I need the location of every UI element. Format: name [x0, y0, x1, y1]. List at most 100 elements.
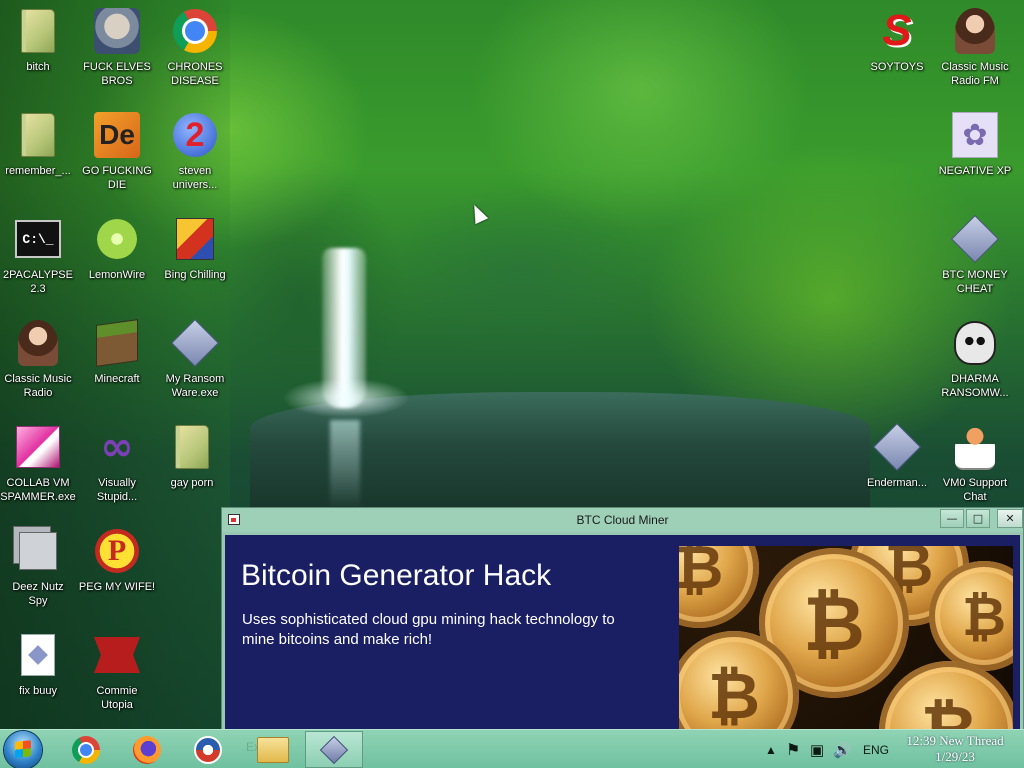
program-diamond-icon — [950, 214, 1000, 264]
minimize-button[interactable]: — — [940, 509, 964, 528]
desktop-icon-bitch[interactable]: bitch — [0, 2, 78, 102]
taskbar-firefox-button[interactable] — [125, 731, 169, 768]
desktop-icon-2pacalypse[interactable]: C:\_ 2PACALYPSE 2.3 — [0, 210, 78, 310]
page-title: Bitcoin Generator Hack — [241, 559, 552, 592]
desktop-icon-bing-chilling[interactable]: Bing Chilling — [155, 210, 235, 310]
desktop-icon-commie-utopia[interactable]: Commie Utopia — [77, 626, 157, 726]
desktop-icon-label: Enderman... — [867, 477, 927, 489]
red-s-logo-icon: S — [882, 6, 912, 55]
lime-icon — [94, 216, 140, 262]
btc-miner-app-icon — [319, 735, 349, 764]
software-box-icon — [172, 216, 218, 262]
folder-icon — [15, 8, 61, 54]
show-hidden-icons-button[interactable]: ▲ — [765, 730, 777, 768]
taskbar-btc-miner-button[interactable] — [305, 731, 363, 768]
action-center-flag-icon[interactable]: ⚑ — [786, 730, 800, 768]
volume-icon[interactable]: 🔊 — [833, 730, 852, 768]
desktop-icon-label: Deez Nutz Spy — [12, 581, 64, 607]
taskbar-obama-button[interactable] — [186, 731, 230, 768]
desktop-icon-label: Commie Utopia — [96, 685, 138, 711]
language-indicator[interactable]: ENG — [863, 730, 889, 768]
taskbar-chrome-button[interactable] — [64, 731, 108, 768]
bitcoin-coin: ₿ — [679, 546, 759, 628]
folder-icon — [169, 424, 215, 470]
desktop-icon-label: 2PACALYPSE 2.3 — [3, 269, 73, 295]
grass-block-icon — [94, 319, 140, 367]
desktop-icon-label: SOYTOYS — [870, 61, 924, 73]
window-content: Bitcoin Generator Hack Uses sophisticate… — [225, 535, 1020, 729]
taskbar-file-explorer-button[interactable] — [248, 731, 298, 768]
desktop-icon-label: PEG MY WIFE! — [78, 581, 156, 593]
desktop-icon-gay-porn[interactable]: gay porn — [152, 418, 232, 518]
taskbar-clock[interactable]: 12:39 New Thread 1/29/23 — [900, 733, 1010, 765]
desktop-icon-go-die[interactable]: De GO FUCKING DIE — [77, 106, 157, 206]
window-stack-icon — [15, 528, 61, 574]
visual-studio-icon: ∞ — [100, 424, 134, 470]
desktop-icon-label: fix buuy — [19, 685, 57, 697]
taskbar: Explod ▲ ⚑ ▣ 🔊 ENG 12:39 New Thread 1/29… — [0, 729, 1024, 768]
desktop-icon-label: Classic Music Radio — [4, 373, 72, 399]
file-explorer-icon — [257, 736, 289, 763]
clock-time: 12:39 New Thread — [906, 733, 1004, 748]
desktop-icon-classic-music-radio[interactable]: Classic Music Radio — [0, 314, 78, 414]
desktop-icon-btc-money-cheat[interactable]: BTC MONEY CHEAT — [935, 210, 1015, 310]
desktop-icon-label: FUCK ELVES BROS — [83, 61, 151, 87]
desktop-icon-label: VM0 Support Chat — [942, 477, 1008, 503]
firefox-icon — [133, 735, 161, 764]
window-title: BTC Cloud Miner — [576, 513, 669, 527]
clock-date: 1/29/23 — [935, 749, 975, 764]
desktop-icon-peg-my-wife[interactable]: P PEG MY WIFE! — [77, 522, 157, 622]
desktop-icon-label: Bing Chilling — [164, 269, 226, 281]
desktop-icon-fuck-elves-bros[interactable]: FUCK ELVES BROS — [77, 2, 157, 102]
desktop-icon-my-ransomware[interactable]: My Ransom Ware.exe — [155, 314, 235, 414]
program-diamond-icon — [170, 318, 220, 368]
program-diamond-icon — [872, 422, 922, 472]
desktop-icon-collab-vm-spammer[interactable]: COLLAB VM SPAMMER.exe — [0, 418, 78, 518]
desktop-icon-enderman[interactable]: Enderman... — [857, 418, 937, 518]
desktop-icon-minecraft[interactable]: Minecraft — [77, 314, 157, 414]
p-logo-icon: P — [94, 528, 140, 574]
desktop-icon-label: CHRONES DISEASE — [167, 61, 223, 87]
desktop-icon-lemonwire[interactable]: LemonWire — [77, 210, 157, 310]
btc-cloud-miner-window[interactable]: BTC Cloud Miner — □ ✕ Bitcoin Generator … — [221, 507, 1024, 732]
desktop-icon-dharma-ransomware[interactable]: DHARMA RANSOMW... — [935, 314, 1015, 414]
doctor-icon — [952, 424, 998, 470]
desktop-icon-label: DHARMA RANSOMW... — [941, 373, 1009, 399]
desktop-icon-label: My Ransom Ware.exe — [165, 373, 225, 399]
desktop-icon-label: Minecraft — [94, 373, 140, 385]
desktop-icon-chrones-disease[interactable]: CHRONES DISEASE — [155, 2, 235, 102]
de-logo-icon: De — [94, 112, 140, 158]
skull-icon — [952, 320, 998, 366]
desktop-icon-label: COLLAB VM SPAMMER.exe — [0, 477, 76, 503]
desktop-icon-classic-music-radio-fm[interactable]: Classic Music Radio FM — [935, 2, 1015, 102]
maximize-button[interactable]: □ — [966, 509, 990, 528]
desktop-icon-remember[interactable]: remember_... — [0, 106, 78, 206]
desktop-icon-label: LemonWire — [88, 269, 146, 281]
obama-logo-icon — [194, 735, 222, 764]
bitcoin-coin: ₿ — [879, 661, 1013, 729]
number-two-icon: 2 — [172, 112, 218, 158]
desktop-icon-label: gay porn — [170, 477, 214, 489]
wallpaper-reflection — [330, 420, 360, 510]
desktop-icon-label: Visually Stupid... — [96, 477, 138, 503]
desktop-icon-steven-universe[interactable]: 2 steven univers... — [155, 106, 235, 206]
pink-app-icon — [15, 424, 61, 470]
command-prompt-icon: C:\_ — [15, 216, 61, 262]
close-button[interactable]: ✕ — [997, 509, 1023, 528]
red-banner-icon — [94, 632, 140, 678]
desktop-icon-deez-nutz-spy[interactable]: Deez Nutz Spy — [0, 522, 78, 622]
description-text: Uses sophisticated cloud gpu mining hack… — [242, 611, 615, 648]
desktop-icon-fix-buuy[interactable]: fix buuy — [0, 626, 78, 726]
desktop-icon-label: Classic Music Radio FM — [941, 61, 1009, 87]
desktop-icon-label: BTC MONEY CHEAT — [942, 269, 1008, 295]
network-icon[interactable]: ▣ — [810, 730, 824, 768]
portrait-icon — [952, 8, 998, 54]
windows-start-icon[interactable] — [4, 731, 42, 768]
document-icon — [15, 632, 61, 678]
desktop-icon-vm0-support-chat[interactable]: VM0 Support Chat — [935, 418, 1015, 518]
desktop-icon-negative-xp[interactable]: ✿ NEGATIVE XP — [935, 106, 1015, 206]
window-titlebar[interactable]: BTC Cloud Miner — □ ✕ — [222, 508, 1023, 532]
desktop-icon-visually-stupid[interactable]: ∞ Visually Stupid... — [77, 418, 157, 518]
desktop-icon-soytoys[interactable]: S SOYTOYS — [857, 2, 937, 102]
desktop-icon-label: bitch — [26, 61, 50, 73]
